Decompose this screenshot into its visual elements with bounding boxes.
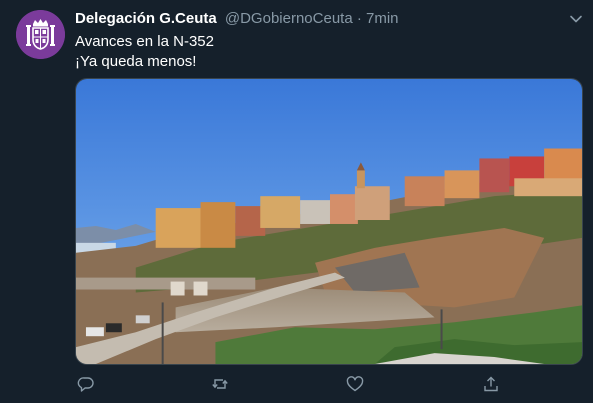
share-icon [484,376,498,392]
reply-icon [77,377,94,392]
coat-of-arms-icon [16,10,65,59]
chevron-down-icon [570,15,582,23]
tweet-text-line: ¡Ya queda menos! [75,53,197,70]
share-button[interactable] [480,373,502,395]
like-button[interactable] [344,373,366,395]
retweet-icon [212,379,228,389]
timestamp[interactable]: 7min [366,10,399,27]
retweet-button[interactable] [209,373,231,395]
tweet-media-photo[interactable] [75,78,583,365]
tweet-header: Delegación G.Ceuta @DGobiernoCeuta · 7mi… [75,10,399,28]
tweet-actions [75,373,505,395]
user-handle[interactable]: @DGobiernoCeuta [225,10,353,27]
tweet[interactable]: Delegación G.Ceuta @DGobiernoCeuta · 7mi… [0,0,593,403]
reply-button[interactable] [75,373,97,395]
display-name[interactable]: Delegación G.Ceuta [75,10,217,27]
tweet-text-line: Avances en la N-352 [75,33,214,50]
heart-icon [346,376,364,392]
avatar[interactable] [16,10,65,59]
separator-dot: · [356,10,362,27]
more-options-button[interactable] [569,12,583,26]
landscape-photo [76,79,582,364]
tweet-text: Avances en la N-352 ¡Ya queda menos! [75,32,575,72]
